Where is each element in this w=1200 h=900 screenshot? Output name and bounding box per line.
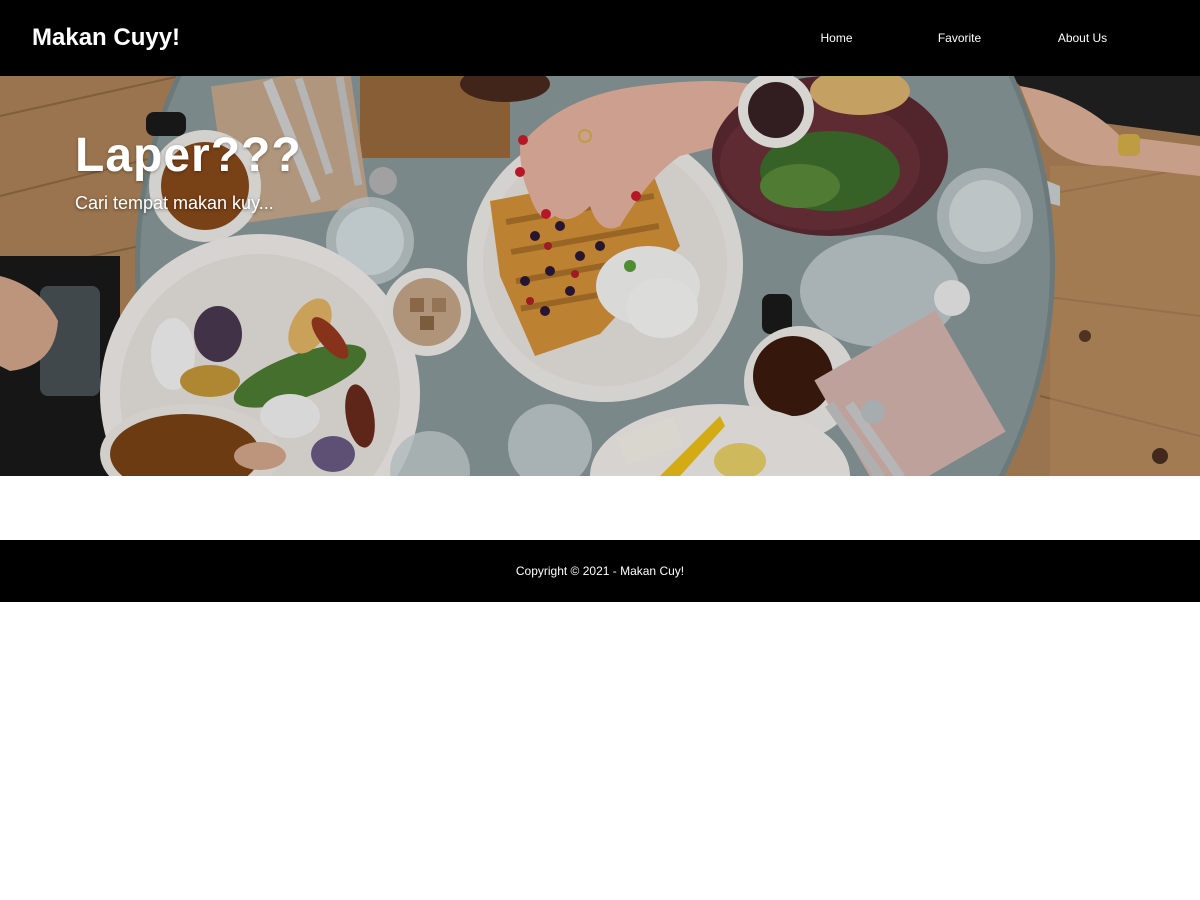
hero-title: Laper??? (75, 129, 302, 182)
footer-copyright: Copyright © 2021 - Makan Cuy! (515, 564, 685, 578)
navbar: Makan Cuyy! Home Favorite About Us (0, 0, 1200, 76)
hero-banner: Laper??? Cari tempat makan kuy... (0, 76, 1200, 476)
nav-links: Home Favorite About Us (775, 23, 1144, 53)
brand-logo[interactable]: Makan Cuyy! (32, 24, 180, 52)
nav-link-about-us[interactable]: About Us (1021, 23, 1144, 53)
footer: Copyright © 2021 - Makan Cuy! (0, 540, 1200, 602)
nav-link-home[interactable]: Home (775, 23, 898, 53)
nav-link-favorite[interactable]: Favorite (898, 23, 1021, 53)
hero-text: Laper??? Cari tempat makan kuy... (75, 128, 302, 214)
hero-subtitle: Cari tempat makan kuy... (75, 193, 274, 213)
